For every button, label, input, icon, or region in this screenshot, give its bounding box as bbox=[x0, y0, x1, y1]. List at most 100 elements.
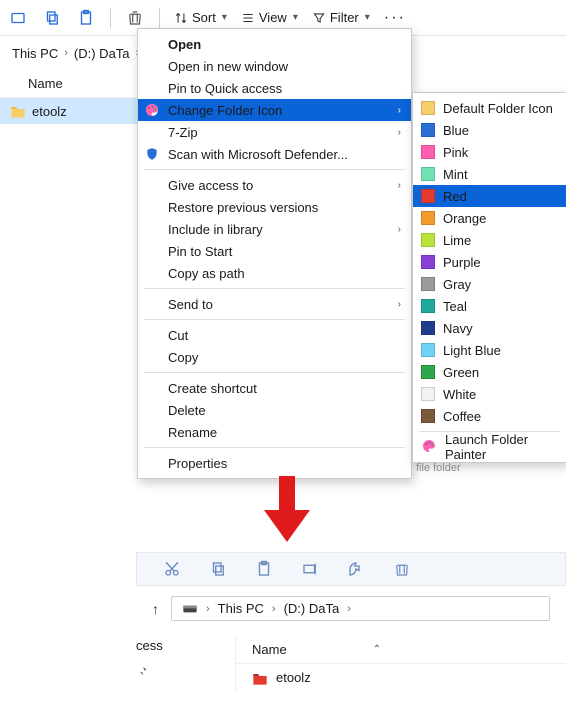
swatch-icon bbox=[421, 211, 435, 225]
cut-icon[interactable] bbox=[163, 560, 181, 578]
color-default[interactable]: Default Folder Icon bbox=[413, 97, 566, 119]
column-name: Name bbox=[252, 642, 287, 657]
launch-folder-painter[interactable]: Launch Folder Painter bbox=[413, 436, 566, 458]
chevron-up-icon: ⌃ bbox=[373, 644, 381, 655]
chevron-right-icon: › bbox=[398, 127, 401, 138]
chevron-right-icon: › bbox=[206, 603, 210, 615]
menu-rename[interactable]: Rename bbox=[138, 421, 411, 443]
new-folder-icon[interactable] bbox=[8, 8, 28, 28]
file-name: etoolz bbox=[276, 670, 311, 685]
chevron-right-icon: › bbox=[347, 603, 351, 615]
color-lime[interactable]: Lime bbox=[413, 229, 566, 251]
view-label: View bbox=[259, 10, 287, 25]
view-button[interactable]: View ▾ bbox=[241, 10, 298, 25]
menu-defender[interactable]: Scan with Microsoft Defender... bbox=[138, 143, 411, 165]
file-row-etoolz[interactable]: etoolz bbox=[236, 664, 566, 691]
menu-restore-versions[interactable]: Restore previous versions bbox=[138, 196, 411, 218]
swatch-icon bbox=[421, 365, 435, 379]
swatch-icon bbox=[421, 123, 435, 137]
menu-open[interactable]: Open bbox=[138, 33, 411, 55]
swatch-icon bbox=[421, 255, 435, 269]
menu-send-to[interactable]: Send to› bbox=[138, 293, 411, 315]
menu-separator bbox=[144, 319, 405, 320]
color-submenu: Default Folder Icon Blue Pink Mint Red O… bbox=[412, 92, 566, 463]
crumb-this-pc[interactable]: This PC bbox=[218, 601, 264, 616]
swatch-icon bbox=[421, 145, 435, 159]
menu-open-new-window[interactable]: Open in new window bbox=[138, 55, 411, 77]
swatch-icon bbox=[421, 189, 435, 203]
chevron-right-icon: › bbox=[272, 603, 276, 615]
color-orange[interactable]: Orange bbox=[413, 207, 566, 229]
color-navy[interactable]: Navy bbox=[413, 317, 566, 339]
color-purple[interactable]: Purple bbox=[413, 251, 566, 273]
chevron-down-icon: ▾ bbox=[365, 12, 370, 23]
menu-delete[interactable]: Delete bbox=[138, 399, 411, 421]
chevron-right-icon: › bbox=[64, 47, 68, 59]
address-bar[interactable]: › This PC › (D:) DaTa › bbox=[171, 596, 550, 621]
paste-icon[interactable] bbox=[255, 560, 273, 578]
menu-separator bbox=[144, 169, 405, 170]
menu-separator bbox=[144, 447, 405, 448]
delete-icon[interactable] bbox=[393, 560, 411, 578]
color-green[interactable]: Green bbox=[413, 361, 566, 383]
menu-7zip[interactable]: 7-Zip› bbox=[138, 121, 411, 143]
menu-change-folder-icon[interactable]: Change Folder Icon› bbox=[138, 99, 411, 121]
color-teal[interactable]: Teal bbox=[413, 295, 566, 317]
file-name: etoolz bbox=[32, 104, 67, 119]
file-list: Name ⌃ etoolz bbox=[235, 636, 566, 691]
filter-button[interactable]: Filter ▾ bbox=[312, 10, 370, 25]
color-mint[interactable]: Mint bbox=[413, 163, 566, 185]
menu-pin-quick-access[interactable]: Pin to Quick access bbox=[138, 77, 411, 99]
chevron-right-icon: › bbox=[398, 105, 401, 116]
copy-icon[interactable] bbox=[42, 8, 62, 28]
drive-icon bbox=[182, 603, 198, 615]
column-header[interactable]: Name ⌃ bbox=[236, 636, 566, 664]
paste-icon[interactable] bbox=[76, 8, 96, 28]
color-red[interactable]: Red bbox=[413, 185, 566, 207]
delete-icon[interactable] bbox=[125, 8, 145, 28]
color-coffee[interactable]: Coffee bbox=[413, 405, 566, 427]
toolbar-separator bbox=[110, 8, 111, 28]
menu-properties[interactable]: Properties bbox=[138, 452, 411, 474]
menu-copy-path[interactable]: Copy as path bbox=[138, 262, 411, 284]
color-lightblue[interactable]: Light Blue bbox=[413, 339, 566, 361]
swatch-icon bbox=[421, 387, 435, 401]
swatch-icon bbox=[421, 277, 435, 291]
more-button[interactable]: ··· bbox=[384, 9, 406, 27]
color-pink[interactable]: Pink bbox=[413, 141, 566, 163]
swatch-icon bbox=[421, 233, 435, 247]
crumb-drive[interactable]: (D:) DaTa bbox=[74, 46, 130, 61]
menu-pin-start[interactable]: Pin to Start bbox=[138, 240, 411, 262]
column-name: Name bbox=[28, 76, 63, 91]
menu-include-library[interactable]: Include in library› bbox=[138, 218, 411, 240]
chevron-down-icon: ▾ bbox=[293, 12, 298, 23]
crumb-this-pc[interactable]: This PC bbox=[12, 46, 58, 61]
menu-cut[interactable]: Cut bbox=[138, 324, 411, 346]
swatch-icon bbox=[421, 321, 435, 335]
menu-copy[interactable]: Copy bbox=[138, 346, 411, 368]
share-icon[interactable] bbox=[347, 560, 365, 578]
color-blue[interactable]: Blue bbox=[413, 119, 566, 141]
up-button[interactable]: ↑ bbox=[152, 601, 159, 617]
menu-separator bbox=[144, 288, 405, 289]
folder-icon bbox=[10, 104, 26, 118]
sort-button[interactable]: Sort ▾ bbox=[174, 10, 227, 25]
color-gray[interactable]: Gray bbox=[413, 273, 566, 295]
address-bar-row: ↑ › This PC › (D:) DaTa › bbox=[136, 586, 566, 631]
sidebar-item-pinned[interactable] bbox=[136, 658, 163, 684]
truncated-text: file folder bbox=[416, 462, 461, 474]
crumb-drive[interactable]: (D:) DaTa bbox=[284, 601, 340, 616]
menu-give-access[interactable]: Give access to› bbox=[138, 174, 411, 196]
swatch-icon bbox=[421, 101, 435, 115]
bottom-explorer: ↑ › This PC › (D:) DaTa › bbox=[136, 552, 566, 631]
menu-create-shortcut[interactable]: Create shortcut bbox=[138, 377, 411, 399]
context-menu: Open Open in new window Pin to Quick acc… bbox=[137, 28, 412, 479]
chevron-right-icon: › bbox=[398, 180, 401, 191]
copy-icon[interactable] bbox=[209, 560, 227, 578]
rename-icon[interactable] bbox=[301, 560, 319, 578]
swatch-icon bbox=[421, 409, 435, 423]
color-white[interactable]: White bbox=[413, 383, 566, 405]
chevron-right-icon: › bbox=[398, 224, 401, 235]
sidebar-item-quick-access[interactable]: cess bbox=[136, 632, 163, 658]
sort-label: Sort bbox=[192, 10, 216, 25]
